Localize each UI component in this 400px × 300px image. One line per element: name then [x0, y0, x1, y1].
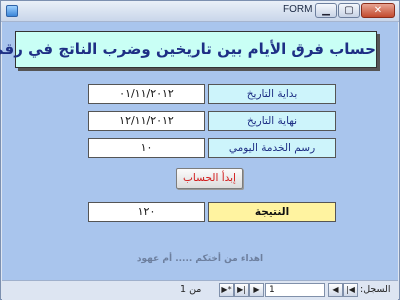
new-record-button[interactable]: ▶* [219, 283, 234, 297]
result-label: النتيجة [208, 202, 336, 222]
start-calculation-button[interactable]: إبدأ الحساب [176, 168, 243, 189]
form-window: FORM ▁ ▢ ✕ حساب فرق الأيام بين تاريخين و… [0, 0, 400, 300]
daily-fee-field[interactable]: ١٠ [88, 138, 205, 158]
last-record-button[interactable]: ▶| [234, 283, 249, 297]
close-button[interactable]: ✕ [361, 3, 395, 18]
maximize-button[interactable]: ▢ [338, 3, 360, 18]
daily-fee-label: رسم الخدمة اليومي [208, 138, 336, 158]
prev-record-button[interactable]: ◀ [328, 283, 343, 297]
title-bar[interactable]: FORM ▁ ▢ ✕ [1, 1, 399, 22]
first-record-button[interactable]: |◀ [343, 283, 358, 297]
record-label: السجل: [360, 284, 391, 295]
record-number-input[interactable]: 1 [265, 283, 325, 297]
window-title: FORM [283, 4, 313, 15]
result-field[interactable]: ١٢٠ [88, 202, 205, 222]
start-date-label: بداية التاريخ [208, 84, 336, 104]
heading-box: حساب فرق الأيام بين تاريخين وضرب الناتج … [0, 31, 377, 68]
page-title: حساب فرق الأيام بين تاريخين وضرب الناتج … [0, 40, 376, 58]
end-date-label: نهاية التاريخ [208, 111, 336, 131]
record-count-text: من 1 [180, 284, 202, 295]
record-navigation-bar: السجل: |◀ ◀ 1 ▶ ▶| ▶* من 1 [2, 280, 398, 300]
start-date-field[interactable]: ٠١/١١/٢٠١٢ [88, 84, 205, 104]
end-date-field[interactable]: ١٢/١١/٢٠١٢ [88, 111, 205, 131]
credit-text: اهداء من أختكم ..... أم عهود [136, 254, 264, 264]
minimize-button[interactable]: ▁ [315, 3, 337, 18]
form-body: حساب فرق الأيام بين تاريخين وضرب الناتج … [0, 22, 398, 280]
app-icon [6, 5, 18, 17]
next-record-button[interactable]: ▶ [249, 283, 264, 297]
